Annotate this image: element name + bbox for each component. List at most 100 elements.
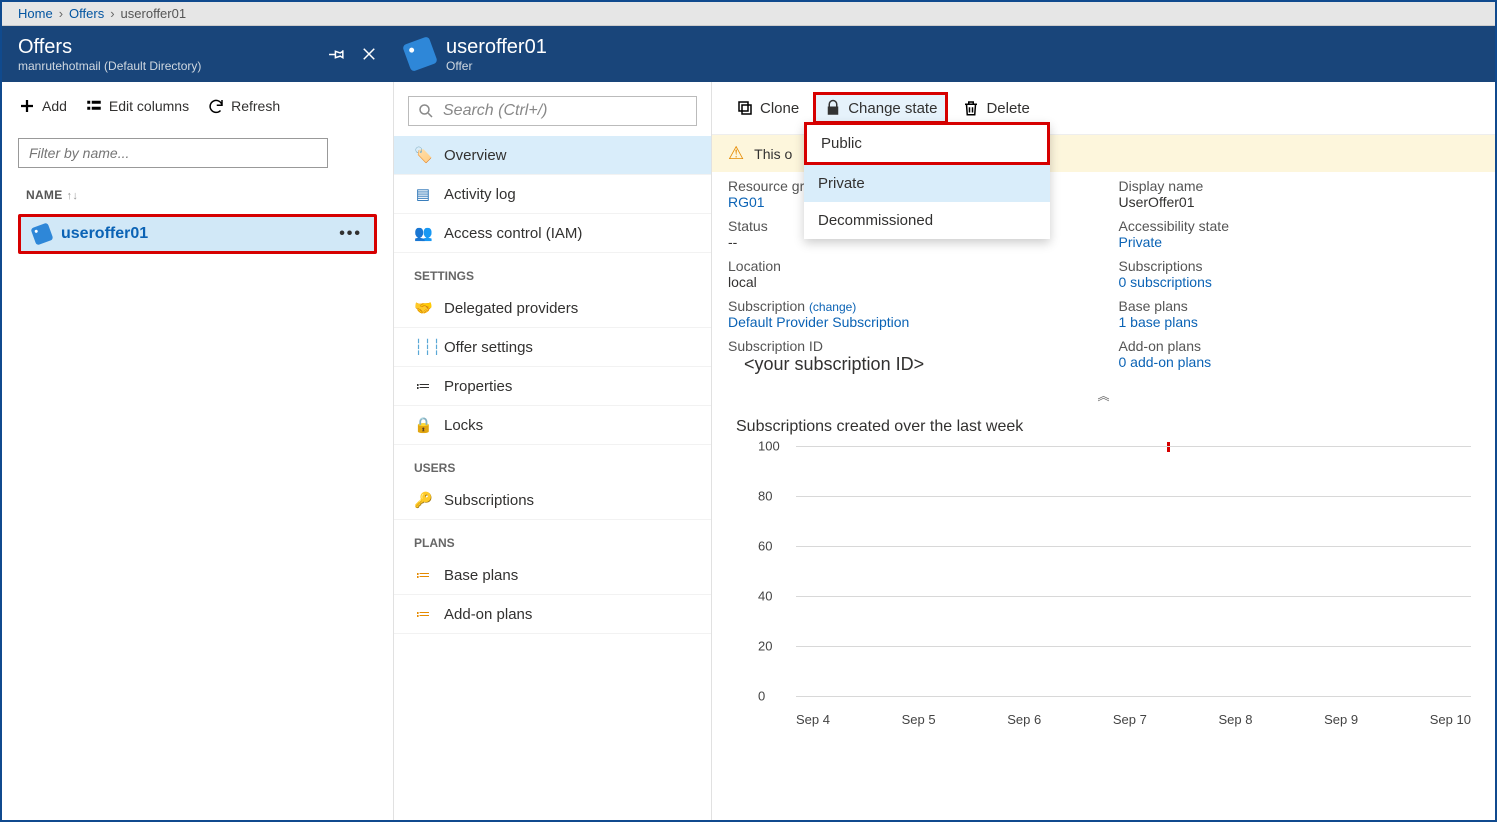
nav-section-settings: SETTINGS (394, 253, 711, 289)
sort-icon: ↑↓ (67, 190, 79, 202)
refresh-button[interactable]: Refresh (207, 97, 280, 115)
offers-toolbar: Add Edit columns Refresh (2, 82, 393, 130)
nav-label: Add-on plans (444, 606, 532, 623)
nav-label: Delegated providers (444, 300, 578, 317)
change-state-label: Change state (848, 100, 937, 117)
change-state-button[interactable]: Change state (813, 92, 948, 124)
display-name-value: UserOffer01 (1119, 194, 1480, 210)
lock-icon: 🔒 (414, 416, 432, 434)
nav-offer-settings[interactable]: ┆┆┆ Offer settings (394, 328, 711, 367)
nav-properties[interactable]: ≔ Properties (394, 367, 711, 406)
tag-icon: 🏷️ (414, 146, 432, 164)
grid-line (796, 696, 1471, 697)
addon-plans-label: Add-on plans (1119, 338, 1480, 354)
nav-label: Overview (444, 147, 507, 164)
close-icon[interactable] (360, 45, 378, 63)
detail-blade-header: useroffer01 Offer (394, 26, 1495, 82)
x-tick-label: Sep 9 (1324, 712, 1358, 727)
offers-title: Offers (18, 36, 201, 59)
nav-section-plans: PLANS (394, 520, 711, 556)
y-tick-label: 0 (758, 689, 765, 704)
nav-section-users: USERS (394, 445, 711, 481)
nav-activity-log[interactable]: ▤ Activity log (394, 175, 711, 214)
offer-row[interactable]: useroffer01 ••• (18, 214, 377, 254)
nav-label: Activity log (444, 186, 516, 203)
nav-label: Locks (444, 417, 483, 434)
offer-tag-icon (402, 36, 438, 72)
nav-label: Base plans (444, 567, 518, 584)
access-state-link[interactable]: Private (1119, 234, 1480, 250)
collapse-handle[interactable]: ︽ (712, 383, 1495, 408)
breadcrumb-home[interactable]: Home (18, 6, 53, 21)
pin-icon[interactable] (328, 45, 346, 63)
chart-marker (1167, 442, 1170, 452)
detail-title: useroffer01 (446, 36, 547, 59)
nav-overview[interactable]: 🏷️ Overview (394, 136, 711, 175)
y-tick-label: 40 (758, 589, 772, 604)
edit-columns-label: Edit columns (109, 98, 189, 114)
add-button[interactable]: Add (18, 97, 67, 115)
nav-base-plans[interactable]: ≔ Base plans (394, 556, 711, 595)
base-plans-link[interactable]: 1 base plans (1119, 314, 1480, 330)
nav-search-placeholder: Search (Ctrl+/) (443, 102, 547, 120)
banner-text: This o (754, 146, 792, 162)
delete-button[interactable]: Delete (954, 95, 1037, 121)
filter-input[interactable] (18, 138, 328, 168)
nav-subscriptions[interactable]: 🔑 Subscriptions (394, 481, 711, 520)
state-public[interactable]: Public (804, 122, 1050, 165)
edit-columns-button[interactable]: Edit columns (85, 97, 189, 115)
subscription-id-value: <your subscription ID> (728, 354, 1089, 375)
refresh-label: Refresh (231, 98, 280, 114)
nav-label: Offer settings (444, 339, 533, 356)
chart-title: Subscriptions created over the last week (736, 418, 1471, 436)
list-icon: ≔ (414, 566, 432, 584)
subscription-change-link[interactable]: (change) (809, 300, 856, 314)
y-tick-label: 80 (758, 489, 772, 504)
state-decommissioned[interactable]: Decommissioned (804, 202, 1050, 239)
nav-addon-plans[interactable]: ≔ Add-on plans (394, 595, 711, 634)
grid-line (796, 646, 1471, 647)
breadcrumb-offers[interactable]: Offers (69, 6, 104, 21)
nav-access-control[interactable]: 👥 Access control (IAM) (394, 214, 711, 253)
location-label: Location (728, 258, 1089, 274)
clone-button[interactable]: Clone (728, 95, 807, 121)
subscription-label: Subscription (change) (728, 298, 1089, 314)
state-private[interactable]: Private (804, 165, 1050, 202)
more-icon[interactable]: ••• (339, 225, 362, 243)
grid-line (796, 446, 1471, 447)
offers-subtitle: manrutehotmail (Default Directory) (18, 59, 201, 73)
subscriptions-link[interactable]: 0 subscriptions (1119, 274, 1480, 290)
addon-plans-link[interactable]: 0 add-on plans (1119, 354, 1480, 370)
subscriptions-label: Subscriptions (1119, 258, 1480, 274)
offers-name-header[interactable]: NAME↑↓ (2, 176, 393, 208)
subscription-link[interactable]: Default Provider Subscription (728, 314, 1089, 330)
x-tick-label: Sep 7 (1113, 712, 1147, 727)
clone-label: Clone (760, 100, 799, 117)
nav-label: Properties (444, 378, 512, 395)
delete-label: Delete (986, 100, 1029, 117)
log-icon: ▤ (414, 185, 432, 203)
nav-search[interactable]: Search (Ctrl+/) (408, 96, 697, 126)
breadcrumb-current: useroffer01 (121, 6, 187, 21)
grid-line (796, 596, 1471, 597)
nav-locks[interactable]: 🔒 Locks (394, 406, 711, 445)
sliders-icon: ┆┆┆ (414, 338, 432, 356)
iam-icon: 👥 (414, 224, 432, 242)
change-state-menu: Public Private Decommissioned (804, 122, 1050, 239)
grid-line (796, 496, 1471, 497)
access-state-label: Accessibility state (1119, 218, 1480, 234)
add-label: Add (42, 98, 67, 114)
y-tick-label: 60 (758, 539, 772, 554)
tag-icon (30, 222, 53, 245)
list-icon: ≔ (414, 605, 432, 623)
x-tick-label: Sep 10 (1430, 712, 1471, 727)
delegated-icon: 🤝 (414, 299, 432, 317)
subscription-id-label: Subscription ID (728, 338, 1089, 354)
base-plans-label: Base plans (1119, 298, 1480, 314)
detail-subtitle: Offer (446, 59, 547, 73)
warning-icon: ⚠ (728, 143, 744, 164)
y-tick-label: 20 (758, 639, 772, 654)
grid-line (796, 546, 1471, 547)
nav-delegated-providers[interactable]: 🤝 Delegated providers (394, 289, 711, 328)
key-icon: 🔑 (414, 491, 432, 509)
